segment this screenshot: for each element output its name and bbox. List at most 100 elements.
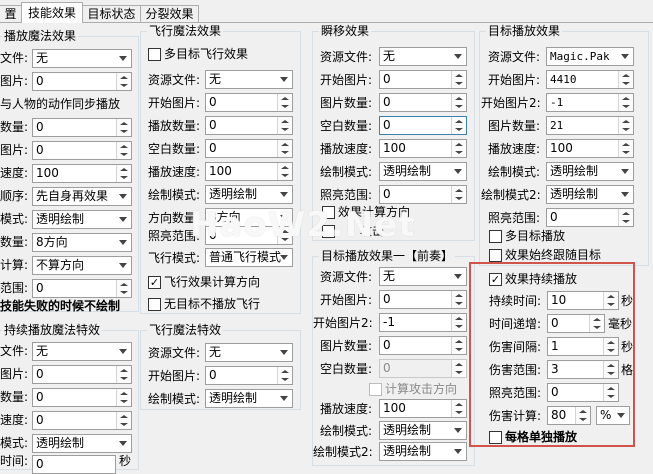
spinner-icon[interactable]	[603, 361, 618, 378]
no-target-no-flight-checkbox[interactable]	[148, 298, 161, 311]
c1b-file-select[interactable]: 无	[32, 342, 132, 361]
spinner-icon[interactable]	[603, 384, 618, 401]
c1b-mode-select[interactable]: 透明绘制	[32, 434, 132, 453]
c1b-speed-input[interactable]: 0	[32, 411, 132, 430]
spinner-icon[interactable]	[116, 280, 131, 297]
c2-file-select[interactable]: 无	[205, 70, 293, 89]
spinner-icon[interactable]	[116, 389, 131, 406]
c3b-blank-input[interactable]: 0	[379, 359, 467, 378]
spinner-icon[interactable]	[618, 71, 633, 88]
c4-pics-input[interactable]: 21	[546, 116, 634, 135]
spinner-icon[interactable]	[277, 367, 292, 384]
c1b-pic-input[interactable]: 0	[32, 365, 132, 384]
c3-file-select[interactable]: 无	[379, 47, 467, 66]
c4-start2-input[interactable]: -1	[546, 93, 634, 112]
c1-dircount-select[interactable]: 8方向	[32, 233, 132, 252]
c1-speed-input[interactable]: 100	[32, 164, 132, 183]
c3-pics-input[interactable]: 0	[379, 93, 467, 112]
spinner-icon[interactable]	[116, 142, 131, 159]
spinner-icon[interactable]	[451, 360, 466, 377]
c3b-start-input[interactable]: 0	[379, 290, 467, 309]
c4-file-select[interactable]: Magic.Pak	[546, 47, 634, 66]
spinner-icon[interactable]	[277, 117, 292, 134]
c1-range-input[interactable]: 0	[32, 279, 132, 298]
spinner-icon[interactable]	[451, 186, 466, 203]
follow-target-checkbox[interactable]	[489, 249, 502, 262]
c3-blank-input[interactable]: 0	[379, 116, 467, 135]
c3-light-input[interactable]: 0	[379, 185, 467, 204]
c3b-speed-input[interactable]: 100	[379, 399, 467, 418]
c2b-mode-select[interactable]: 透明绘制	[205, 389, 293, 408]
spinner-icon[interactable]	[116, 412, 131, 429]
c1-fail-no-draw[interactable]: 技能失败的时候不绘制	[0, 298, 120, 314]
tab-config[interactable]: 置	[0, 5, 22, 22]
c1-mode-select[interactable]: 透明绘制	[32, 210, 132, 229]
damage-calc-input[interactable]: 80	[547, 406, 591, 425]
c1-count-input[interactable]: 0	[32, 118, 132, 137]
c1-pic2-input[interactable]: 0	[32, 141, 132, 160]
sustain-play-checkbox[interactable]: ✓	[489, 273, 502, 286]
spinner-icon[interactable]	[618, 140, 633, 157]
spinner-icon[interactable]	[618, 94, 633, 111]
damage-range-input[interactable]: 3	[547, 360, 619, 379]
c2-fly-select[interactable]: 普通飞行模式	[205, 248, 293, 267]
tab-split-effect[interactable]: 分裂效果	[140, 5, 199, 22]
spinner-icon[interactable]	[575, 407, 590, 424]
spinner-icon[interactable]	[451, 291, 466, 308]
c1b-count-input[interactable]: 0	[32, 388, 132, 407]
c3b-mode-select[interactable]: 透明绘制	[379, 421, 467, 440]
spinner-icon[interactable]	[277, 163, 292, 180]
c1b-last-input[interactable]: 0	[32, 455, 116, 474]
c2-mode-select[interactable]: 透明绘制	[205, 185, 293, 204]
spinner-icon[interactable]	[603, 338, 618, 355]
spinner-icon[interactable]	[116, 73, 131, 90]
spinner-icon[interactable]	[277, 94, 292, 111]
spinner-icon[interactable]	[589, 315, 604, 332]
spinner-icon[interactable]	[451, 337, 466, 354]
c3-mode-select[interactable]: 透明绘制	[379, 162, 467, 181]
spinner-icon[interactable]	[451, 314, 466, 331]
c1-file-select[interactable]: 无	[32, 49, 132, 68]
c2-speed-input[interactable]: 100	[205, 162, 293, 181]
damage-interval-input[interactable]: 1	[547, 337, 619, 356]
spinner-icon[interactable]	[451, 140, 466, 157]
multi-target-flight-checkbox[interactable]	[148, 48, 161, 61]
spinner-icon[interactable]	[116, 165, 131, 182]
c3b-mode2-select[interactable]: 透明绘制	[379, 442, 467, 461]
c4-start-input[interactable]: 4410	[546, 70, 634, 89]
c2-start-input[interactable]: 0	[205, 93, 293, 112]
spinner-icon[interactable]	[451, 71, 466, 88]
c4-multi-target-checkbox[interactable]	[489, 230, 502, 243]
tab-target-status[interactable]: 目标状态	[82, 5, 141, 22]
spinner-icon[interactable]	[451, 400, 466, 417]
c2b-file-select[interactable]: 无	[205, 343, 293, 362]
c3b-pics-input[interactable]: 0	[379, 336, 467, 355]
spinner-icon[interactable]	[451, 94, 466, 111]
c4-mode2-select[interactable]: 透明绘制	[546, 185, 634, 204]
damage-calc-unit-select[interactable]: %	[596, 406, 630, 425]
c4-mode-select[interactable]: 透明绘制	[546, 162, 634, 181]
spinner-icon[interactable]	[277, 140, 292, 157]
spinner-icon[interactable]	[618, 117, 633, 134]
tab-skill-effect[interactable]: 技能效果	[21, 2, 83, 23]
spinner-icon[interactable]	[451, 117, 466, 134]
c3-speed-input[interactable]: 100	[379, 139, 467, 158]
c3b-file-select[interactable]: 无	[379, 267, 467, 286]
spinner-icon[interactable]	[618, 209, 633, 226]
flight-calc-dir-checkbox[interactable]: ✓	[148, 276, 161, 289]
c3-start-input[interactable]: 0	[379, 70, 467, 89]
c4-light-input[interactable]: 0	[546, 208, 634, 227]
spinner-icon[interactable]	[603, 292, 618, 309]
c2b-start-input[interactable]: 0	[205, 366, 293, 385]
c2-blank-input[interactable]: 0	[205, 139, 293, 158]
c1-order-select[interactable]: 先自身再效果	[32, 187, 132, 206]
c1-calc-select[interactable]: 不算方向	[32, 256, 132, 275]
c1-pic-input[interactable]: 0	[32, 72, 132, 91]
duration-input[interactable]: 10	[547, 291, 619, 310]
per-cell-play-checkbox[interactable]	[489, 431, 502, 444]
c4-speed-input[interactable]: 100	[546, 139, 634, 158]
time-increment-input[interactable]: 0	[547, 314, 605, 333]
c3b-start2-input[interactable]: -1	[379, 313, 467, 332]
c2-count-input[interactable]: 0	[205, 116, 293, 135]
spinner-icon[interactable]	[116, 119, 131, 136]
